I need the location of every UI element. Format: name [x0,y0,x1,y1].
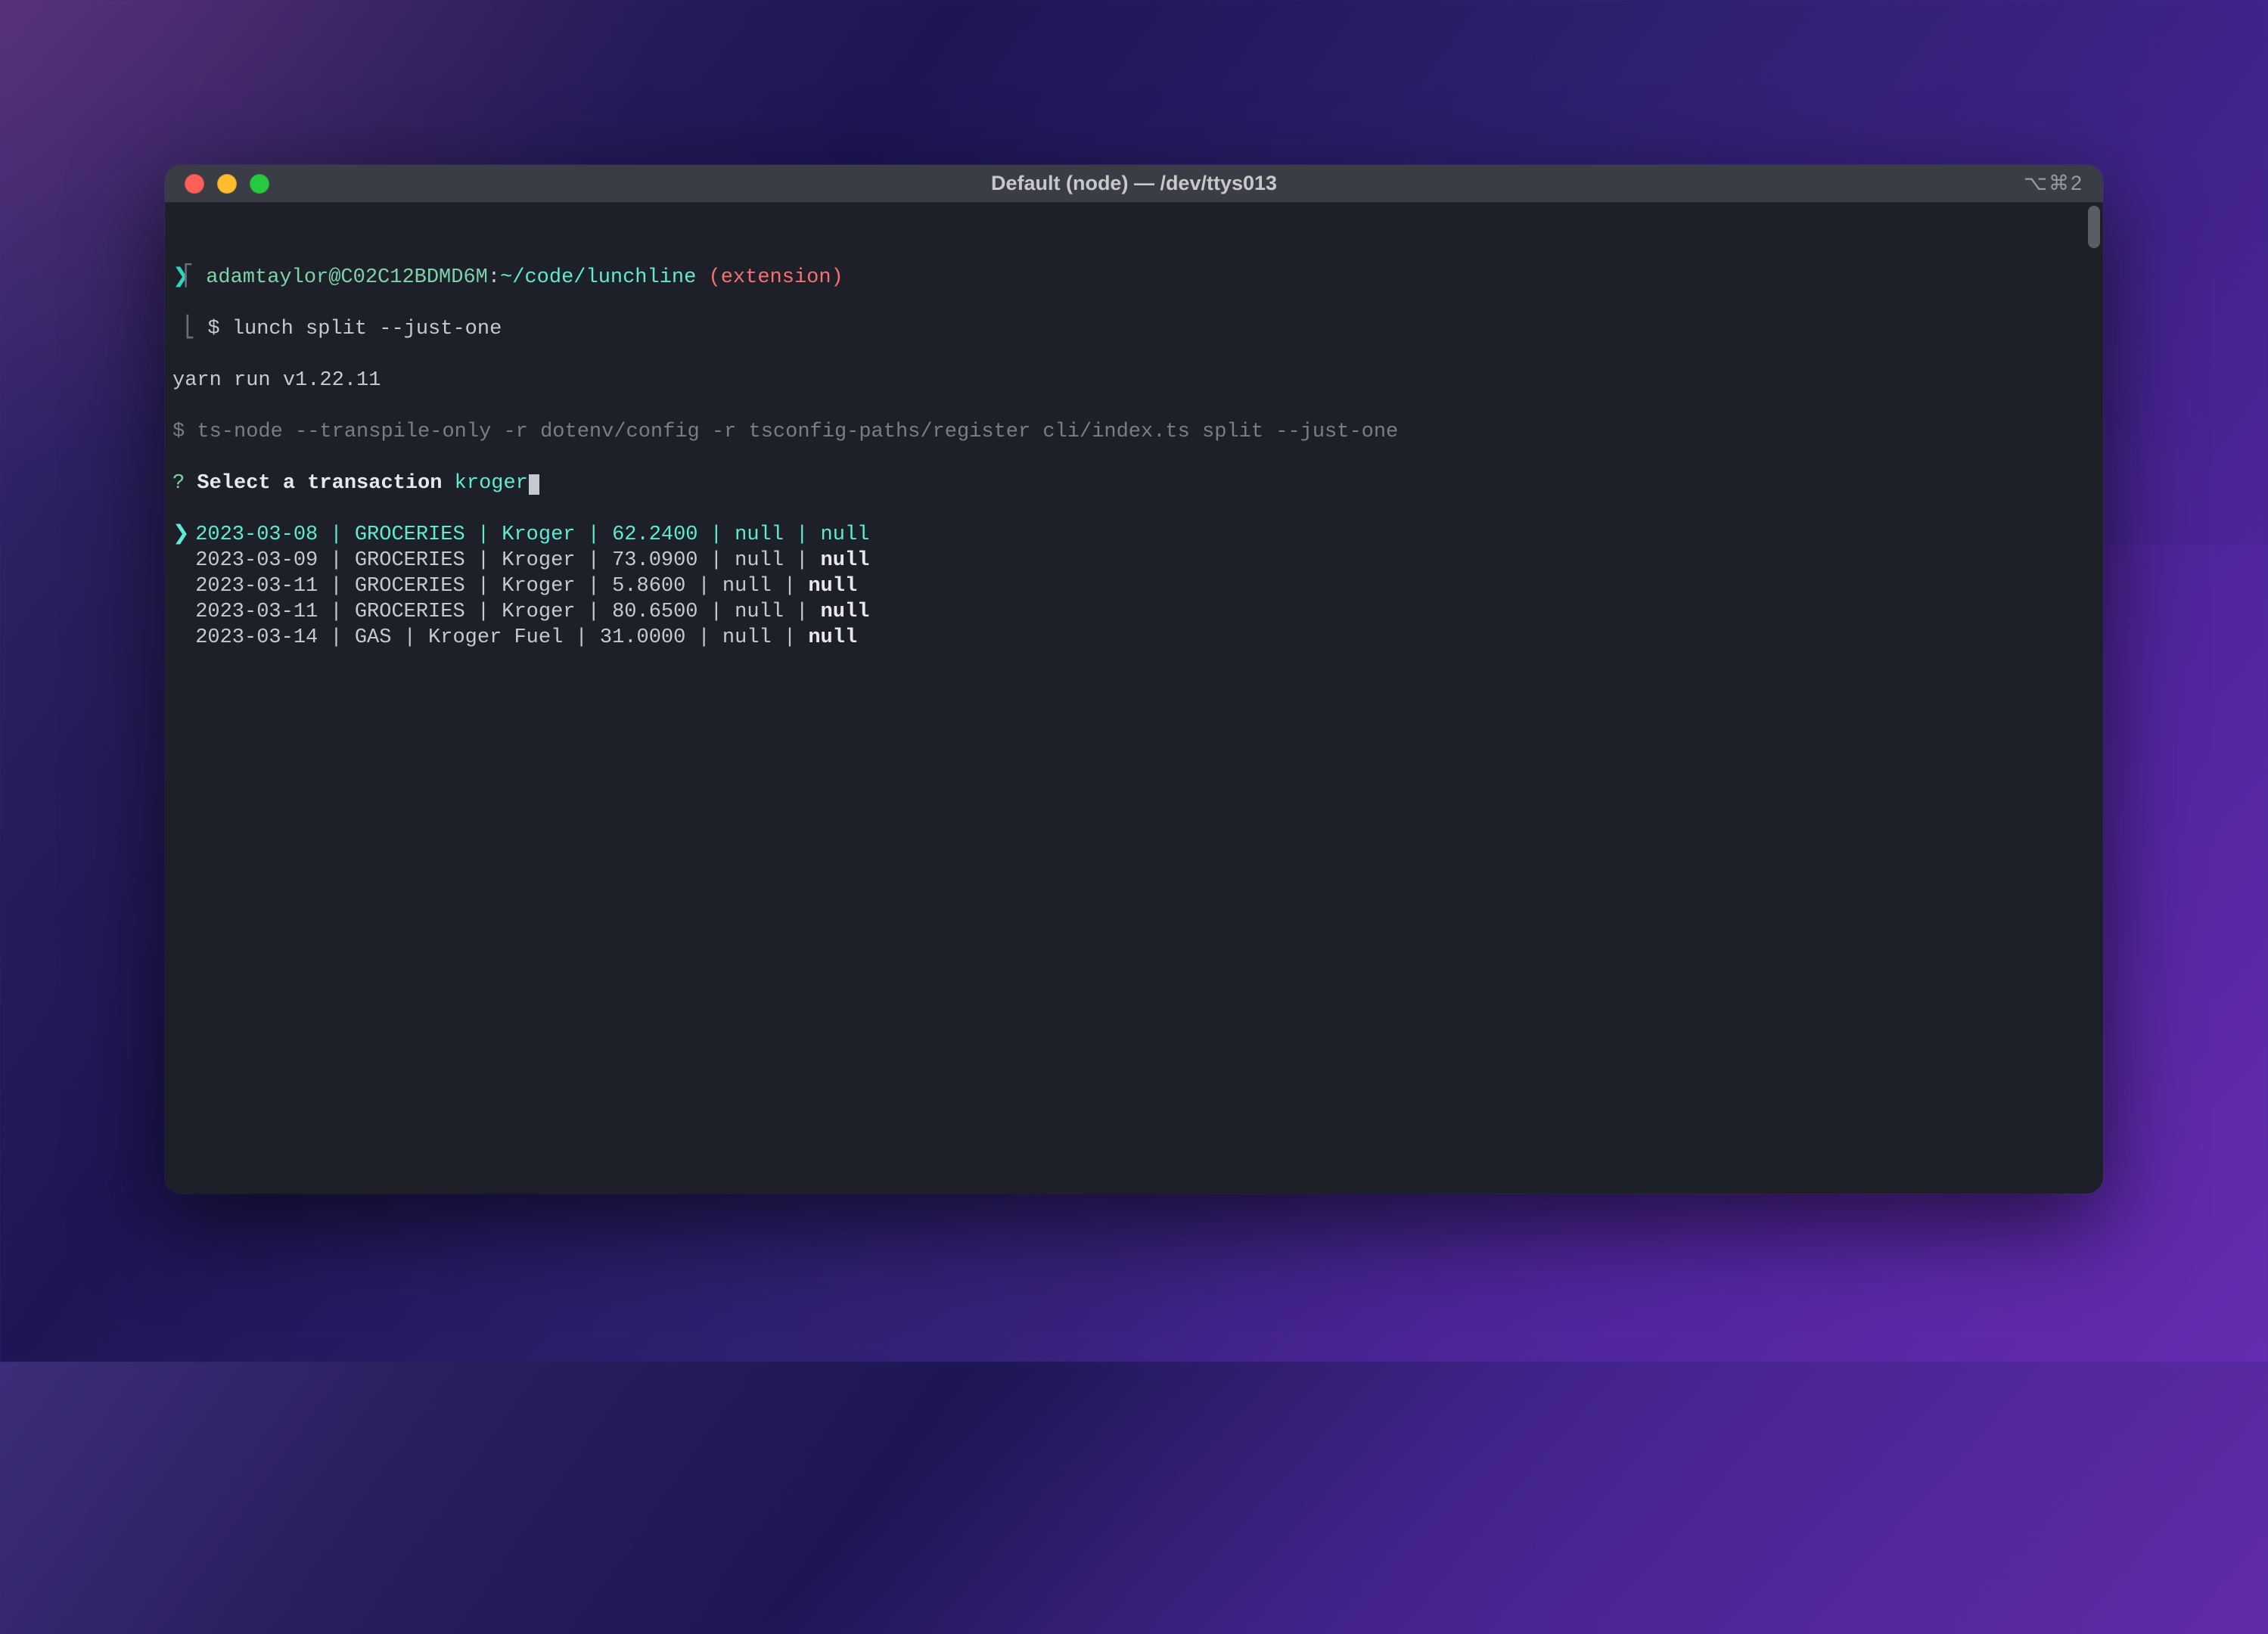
list-item[interactable]: 2023-03-11 | GROCERIES | Kroger | 5.8600… [172,573,2097,599]
list-item-body: 2023-03-09 | GROCERIES | Kroger | 73.090… [183,549,821,572]
null-value: null [821,523,870,546]
list-item-body: 2023-03-08 | GROCERIES | Kroger | 62.240… [183,523,821,546]
null-value: null [821,549,870,572]
cwd: ~/code/lunchline [500,266,696,289]
transaction-list[interactable]: ❯ 2023-03-08 | GROCERIES | Kroger | 62.2… [172,522,2097,651]
list-item[interactable]: 2023-03-09 | GROCERIES | Kroger | 73.090… [172,548,2097,573]
terminal-body[interactable]: ❯⎡ adamtaylor@C02C12BDMD6M:~/code/lunchl… [165,203,2103,1194]
sep: : [488,266,500,289]
list-item[interactable]: ❯ 2023-03-08 | GROCERIES | Kroger | 62.2… [172,522,2097,548]
question-mark: ? [172,472,185,495]
terminal-window: Default (node) — /dev/ttys013 ⌥⌘2 ❯⎡ ada… [165,165,2103,1194]
question-text: Select a transaction [197,472,442,495]
bracket-bottom-icon: ⎣ [185,316,195,342]
null-value: null [808,575,857,598]
null-value: null [821,601,870,623]
bracket-top-icon: ⎡ [183,265,194,290]
null-value: null [808,626,857,649]
list-item-body: 2023-03-11 | GROCERIES | Kroger | 80.650… [183,601,821,623]
yarn-output: yarn run v1.22.11 [172,368,2097,393]
git-branch: (extension) [709,266,844,289]
ts-command: ts-node --transpile-only -r dotenv/confi… [197,421,1398,443]
user-host: adamtaylor@C02C12BDMD6M [206,266,488,289]
minimize-icon[interactable] [217,174,237,194]
cursor-icon [529,474,539,495]
chevron-right-icon [172,548,183,573]
title-bar: Default (node) — /dev/ttys013 ⌥⌘2 [165,165,2103,203]
chevron-right-icon [172,599,183,625]
command: lunch split --just-one [232,318,502,340]
chevron-right-icon [172,625,183,651]
command-prefix: $ [207,318,231,340]
close-icon[interactable] [185,174,204,194]
search-input[interactable]: kroger [455,472,528,495]
ts-prefix: $ [172,421,197,443]
list-item-body: 2023-03-11 | GROCERIES | Kroger | 5.8600… [183,575,808,598]
list-item-body: 2023-03-14 | GAS | Kroger Fuel | 31.0000… [183,626,808,649]
maximize-icon[interactable] [250,174,269,194]
chevron-right-icon: ❯ [172,522,183,548]
window-title: Default (node) — /dev/ttys013 [991,172,1277,195]
prompt-caret-icon: ❯ [172,265,183,290]
list-item[interactable]: 2023-03-14 | GAS | Kroger Fuel | 31.0000… [172,625,2097,651]
list-item[interactable]: 2023-03-11 | GROCERIES | Kroger | 80.650… [172,599,2097,625]
chevron-right-icon [172,573,183,599]
scrollbar[interactable] [2088,206,2100,248]
window-shortcut: ⌥⌘2 [2024,172,2083,195]
traffic-lights [165,174,269,194]
